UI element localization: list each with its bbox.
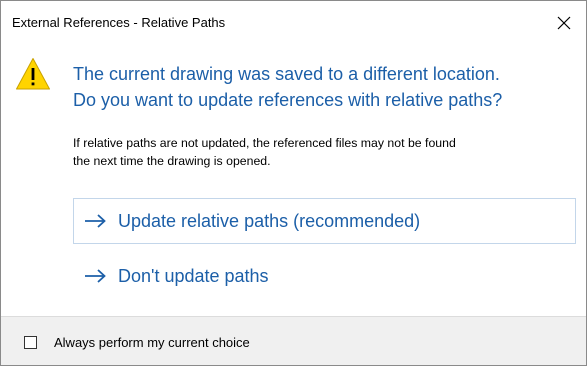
main-instruction-line-2: Do you want to update references with re… bbox=[73, 90, 503, 110]
content-text: If relative paths are not updated, the r… bbox=[73, 134, 578, 170]
footer-area: Always perform my current choice bbox=[1, 316, 586, 365]
content-text-line-1: If relative paths are not updated, the r… bbox=[73, 136, 456, 150]
always-perform-checkbox-label[interactable]: Always perform my current choice bbox=[54, 335, 250, 350]
main-instruction: The current drawing was saved to a diffe… bbox=[73, 61, 573, 113]
warning-triangle-icon bbox=[16, 58, 50, 90]
update-relative-paths-button[interactable]: Update relative paths (recommended) bbox=[73, 198, 576, 244]
right-arrow-icon bbox=[85, 269, 106, 283]
right-arrow-icon bbox=[85, 214, 106, 228]
dont-update-paths-label: Don't update paths bbox=[118, 265, 269, 286]
close-button[interactable] bbox=[542, 1, 586, 45]
update-relative-paths-label: Update relative paths (recommended) bbox=[118, 210, 421, 231]
external-references-dialog: External References - Relative Paths The… bbox=[0, 0, 587, 366]
always-perform-checkbox[interactable] bbox=[24, 336, 37, 349]
window-title: External References - Relative Paths bbox=[12, 15, 226, 30]
dont-update-paths-button[interactable]: Don't update paths bbox=[73, 253, 576, 299]
title-bar: External References - Relative Paths bbox=[1, 1, 586, 49]
close-x-icon bbox=[557, 16, 571, 30]
content-text-line-2: the next time the drawing is opened. bbox=[73, 154, 271, 168]
main-instruction-line-1: The current drawing was saved to a diffe… bbox=[73, 64, 500, 84]
